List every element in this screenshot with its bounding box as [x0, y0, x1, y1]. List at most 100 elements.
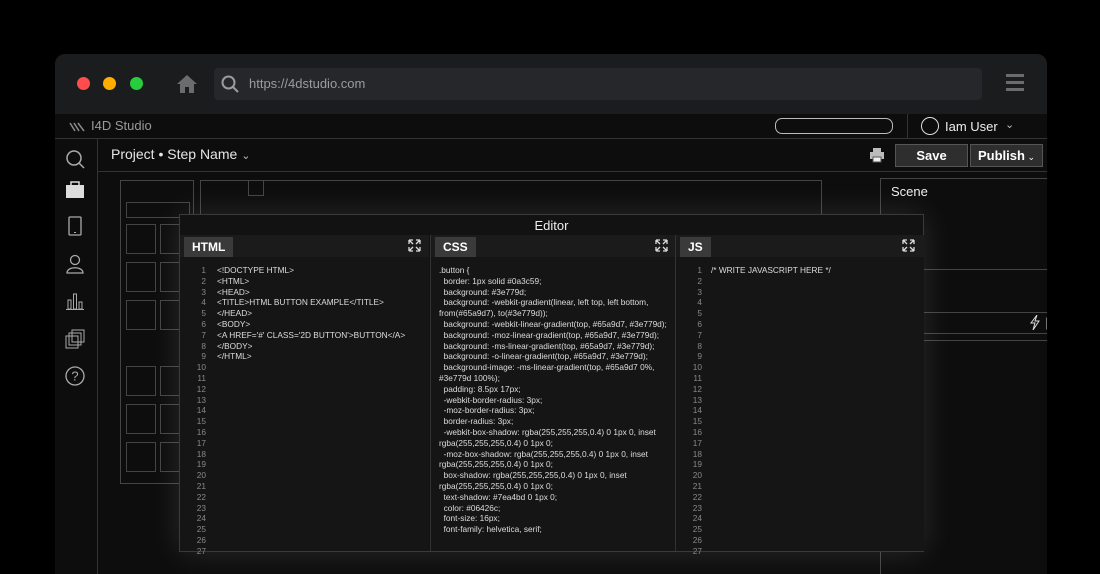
- line-number: 26: [196, 535, 206, 545]
- line-number: 14: [196, 405, 206, 416]
- brand-name: I4D Studio: [91, 118, 152, 133]
- user-icon[interactable]: [65, 254, 85, 274]
- line-number: 24: [692, 513, 702, 524]
- line-number: 19: [196, 459, 206, 470]
- line-number: 21: [692, 481, 702, 491]
- line-number: 2: [697, 275, 702, 286]
- code-line: </BODY>: [217, 340, 253, 351]
- help-icon[interactable]: ?: [65, 366, 85, 386]
- code-line: .button {: [439, 265, 470, 275]
- code-line: -webkit-border-radius: 3px;: [439, 394, 543, 405]
- editor-title: Editor: [534, 218, 569, 233]
- sidebar: ?: [55, 139, 98, 574]
- wireframe-block: [126, 300, 156, 330]
- wireframe-block: [126, 262, 156, 292]
- line-number: 11: [197, 373, 206, 383]
- line-number: 4: [697, 297, 702, 308]
- code-line: -moz-box-shadow: rgba(255,255,255,0.4) 0…: [439, 448, 651, 470]
- wireframe-handle: [248, 180, 264, 196]
- line-number: 12: [692, 383, 702, 394]
- line-number: 25: [692, 524, 702, 535]
- line-number: 5: [697, 308, 702, 319]
- avatar: [921, 117, 939, 135]
- line-number: 4: [201, 297, 206, 308]
- copy-icon[interactable]: [1046, 315, 1047, 330]
- tab-js[interactable]: JS: [680, 237, 711, 257]
- brand: I4D Studio: [69, 118, 152, 133]
- line-number: 23: [196, 502, 206, 513]
- code-line: background: -moz-linear-gradient(top, #6…: [439, 329, 660, 340]
- publish-button[interactable]: Publish ⌄: [970, 144, 1043, 167]
- layers-icon[interactable]: [65, 329, 85, 349]
- js-pane[interactable]: JS 1 2 3 4 5 6 7 8 9 10 11 12 13 14 15 16 17 18 19 20 21 22 23…: [675, 235, 924, 556]
- code-line: <HEAD>: [217, 286, 250, 297]
- expand-icon[interactable]: [408, 239, 421, 252]
- menu-icon[interactable]: [1006, 74, 1024, 94]
- user-menu[interactable]: Iam User ⌄: [907, 114, 1047, 138]
- line-number: 7: [697, 329, 702, 340]
- html-pane[interactable]: HTML 1 2 3 4 5 6 7 8 9 10 11 12 13 14 15 16 17 18 19 20 21 22…: [180, 235, 429, 556]
- line-number: 17: [692, 437, 702, 448]
- global-search-input[interactable]: [775, 118, 893, 134]
- code-line: font-family: helvetica, serif;: [439, 524, 542, 535]
- url-text: https://4dstudio.com: [249, 76, 366, 91]
- maximize-window-button[interactable]: [130, 77, 143, 90]
- address-bar[interactable]: https://4dstudio.com: [214, 68, 982, 100]
- css-pane[interactable]: CSS .button { border: 1px solid #0a3c59;…: [430, 235, 675, 551]
- save-button[interactable]: Save: [895, 144, 968, 167]
- code-line: background: -ms-linear-gradient(top, #65…: [439, 340, 655, 351]
- line-number: 11: [693, 373, 702, 383]
- line-number: 20: [196, 470, 206, 481]
- line-number: 22: [196, 491, 206, 502]
- mobile-icon[interactable]: [65, 216, 85, 236]
- search-icon[interactable]: [65, 149, 85, 169]
- line-number: 6: [201, 319, 206, 329]
- browser-titlebar: https://4dstudio.com: [55, 54, 1047, 114]
- code-line: color: #06426c;: [439, 502, 501, 513]
- close-window-button[interactable]: [77, 77, 90, 90]
- line-number: 8: [201, 340, 206, 351]
- js-pane-header: JS: [676, 235, 924, 257]
- line-number: 27: [692, 545, 702, 556]
- lightning-icon[interactable]: [1029, 315, 1041, 330]
- tab-html[interactable]: HTML: [184, 237, 234, 257]
- line-number: 21: [196, 481, 206, 491]
- scene-label: Scene: [891, 184, 928, 199]
- line-number: 10: [692, 362, 702, 373]
- chevron-down-icon: ⌄: [1024, 152, 1035, 162]
- line-number: 5: [201, 308, 206, 319]
- code-line: -moz-border-radius: 3px;: [439, 405, 535, 416]
- line-number: 1: [201, 265, 206, 275]
- code-line: /* WRITE JAVASCRIPT HERE */: [711, 265, 831, 275]
- wireframe-block: [126, 366, 156, 396]
- code-line: </HEAD>: [217, 308, 253, 319]
- home-icon[interactable]: [176, 74, 198, 94]
- code-line: font-size: 16px;: [439, 513, 500, 524]
- line-number: 2: [201, 275, 206, 286]
- briefcase-icon[interactable]: [65, 180, 85, 200]
- code-line: border-radius: 3px;: [439, 416, 514, 427]
- code-line: padding: 8.5px 17px;: [439, 383, 521, 394]
- code-line: background: #3e779d;: [439, 286, 527, 297]
- line-number: 9: [201, 351, 206, 362]
- app-header: I4D Studio Iam User ⌄: [55, 114, 1047, 139]
- breadcrumb[interactable]: Project • Step Name ⌄: [111, 146, 250, 162]
- printer-icon[interactable]: [869, 147, 885, 163]
- user-name: Iam User: [945, 119, 998, 134]
- svg-text:?: ?: [71, 369, 78, 384]
- tab-css[interactable]: CSS: [435, 237, 476, 257]
- line-number: 13: [196, 394, 206, 405]
- code-line: </HTML>: [217, 351, 252, 362]
- expand-icon[interactable]: [902, 239, 915, 252]
- minimize-window-button[interactable]: [103, 77, 116, 90]
- breadcrumb-text: Project • Step Name: [111, 146, 238, 162]
- code-editor-modal: Editor HTML 1 2 3 4 5 6 7 8 9 10 11 12 13 14 15 16 17 18 1…: [179, 214, 924, 556]
- code-line: <A HREF='#' CLASS='2D BUTTON'>BUTTON</A>: [217, 329, 406, 340]
- expand-icon[interactable]: [655, 239, 668, 252]
- line-number: 8: [697, 340, 702, 351]
- line-number: 13: [692, 394, 702, 405]
- line-number: 3: [697, 286, 702, 297]
- line-number: 19: [692, 459, 702, 470]
- line-number: 18: [196, 448, 206, 459]
- chart-icon[interactable]: [65, 291, 85, 311]
